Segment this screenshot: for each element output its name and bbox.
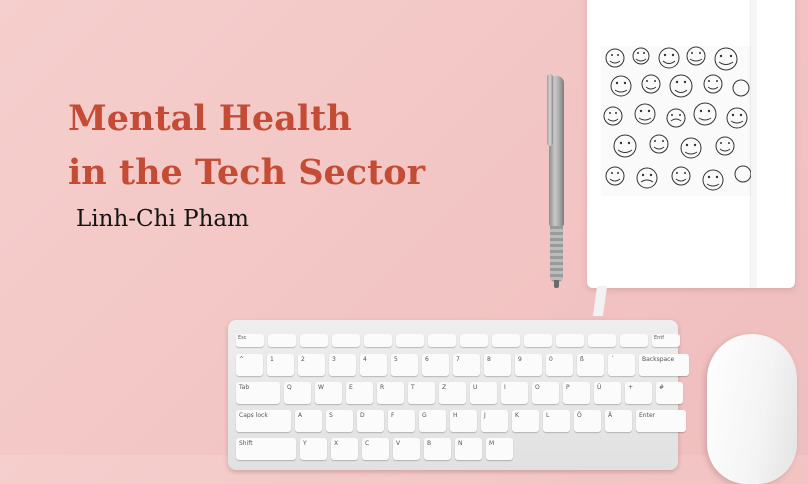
keyboard-key: C [362, 438, 389, 460]
keyboard-key: S [326, 410, 353, 432]
keyboard-key [332, 334, 360, 347]
keyboard-key: Ö [574, 410, 601, 432]
keyboard-key: K [512, 410, 539, 432]
keyboard-key [268, 334, 296, 347]
keyboard-key: P [563, 382, 590, 404]
pen-tip [554, 280, 559, 288]
keyboard-key: Ä [605, 410, 632, 432]
keyboard-key: 8 [484, 354, 511, 376]
keyboard-key: 5 [391, 354, 418, 376]
keyboard-key [492, 334, 520, 347]
keyboard-key: 9 [515, 354, 542, 376]
keyboard-key: O [532, 382, 559, 404]
keyboard-key: A [295, 410, 322, 432]
keyboard-key [428, 334, 456, 347]
keyboard-key: 0 [546, 354, 573, 376]
keyboard-key: F [388, 410, 415, 432]
title-line-2: in the Tech Sector [68, 152, 426, 193]
pen-grip [550, 226, 563, 282]
keyboard-key: I [501, 382, 528, 404]
keyboard-key: ´ [608, 354, 635, 376]
keyboard-key: G [419, 410, 446, 432]
keyboard-key: 2 [298, 354, 325, 376]
keyboard-key: D [357, 410, 384, 432]
keyboard-key: W [315, 382, 342, 404]
keyboard-key [396, 334, 424, 347]
keyboard-key: B [424, 438, 451, 460]
slide-title: Mental Health in the Tech Sector [68, 92, 425, 200]
keyboard-key: Tab [236, 382, 280, 404]
keyboard-key: # [656, 382, 683, 404]
pen-clip [547, 74, 553, 146]
notebook-ribbon [592, 286, 608, 316]
keyboard-key: H [450, 410, 477, 432]
keyboard-key: 3 [329, 354, 356, 376]
keyboard-key: E [346, 382, 373, 404]
keyboard-key: Enter [636, 410, 686, 432]
keyboard-key: Entf [652, 334, 680, 347]
keyboard-home-row: Caps lock A S D F G H J K L Ö Ä Enter [236, 410, 686, 432]
keyboard-key: J [481, 410, 508, 432]
title-line-1: Mental Health [68, 98, 352, 139]
keyboard-key: ^ [236, 354, 263, 376]
keyboard-key: Q [284, 382, 311, 404]
keyboard-key: Esc [236, 334, 264, 347]
keyboard-key: Ü [594, 382, 621, 404]
keyboard-key: M [486, 438, 513, 460]
keyboard-key: Y [300, 438, 327, 460]
keyboard-key: V [393, 438, 420, 460]
keyboard-key: Caps lock [236, 410, 291, 432]
keyboard-key: Z [439, 382, 466, 404]
keyboard-key: X [331, 438, 358, 460]
keyboard-key: 1 [267, 354, 294, 376]
author-name: Linh-Chi Pham [76, 206, 249, 232]
keyboard-number-row: ^ 1 2 3 4 5 6 7 8 9 0 ß ´ Backspace [236, 354, 689, 376]
keyboard-key: 6 [422, 354, 449, 376]
pen-image [547, 74, 564, 288]
keyboard-key [588, 334, 616, 347]
keyboard-key: ß [577, 354, 604, 376]
keyboard-key [300, 334, 328, 347]
keyboard-key: 7 [453, 354, 480, 376]
keyboard-key: N [455, 438, 482, 460]
keyboard-key: 4 [360, 354, 387, 376]
keyboard-key: Backspace [639, 354, 689, 376]
keyboard-key: Shift [236, 438, 296, 460]
keyboard-key [620, 334, 648, 347]
keyboard-key [556, 334, 584, 347]
keyboard-image: Esc Entf ^ 1 2 3 4 5 6 7 8 9 0 ß ´ Backspace Tab Q W E R T Z… [228, 320, 689, 470]
keyboard-key: R [377, 382, 404, 404]
keyboard-key [460, 334, 488, 347]
keyboard-key [524, 334, 552, 347]
mouse-image [707, 334, 797, 484]
keyboard-key: U [470, 382, 497, 404]
keyboard-key [364, 334, 392, 347]
keyboard-key: + [625, 382, 652, 404]
notebook-image [587, 0, 795, 316]
emoji-doodle-image [601, 46, 751, 196]
keyboard-key: T [408, 382, 435, 404]
keyboard-function-row: Esc Entf [236, 334, 680, 347]
emoji-doodle-svg [603, 46, 751, 191]
keyboard-qwertz-row: Tab Q W E R T Z U I O P Ü + # [236, 382, 683, 404]
notebook-strap [751, 0, 757, 288]
keyboard-bottom-row: Shift Y X C V B N M [236, 438, 513, 460]
keyboard-key: L [543, 410, 570, 432]
